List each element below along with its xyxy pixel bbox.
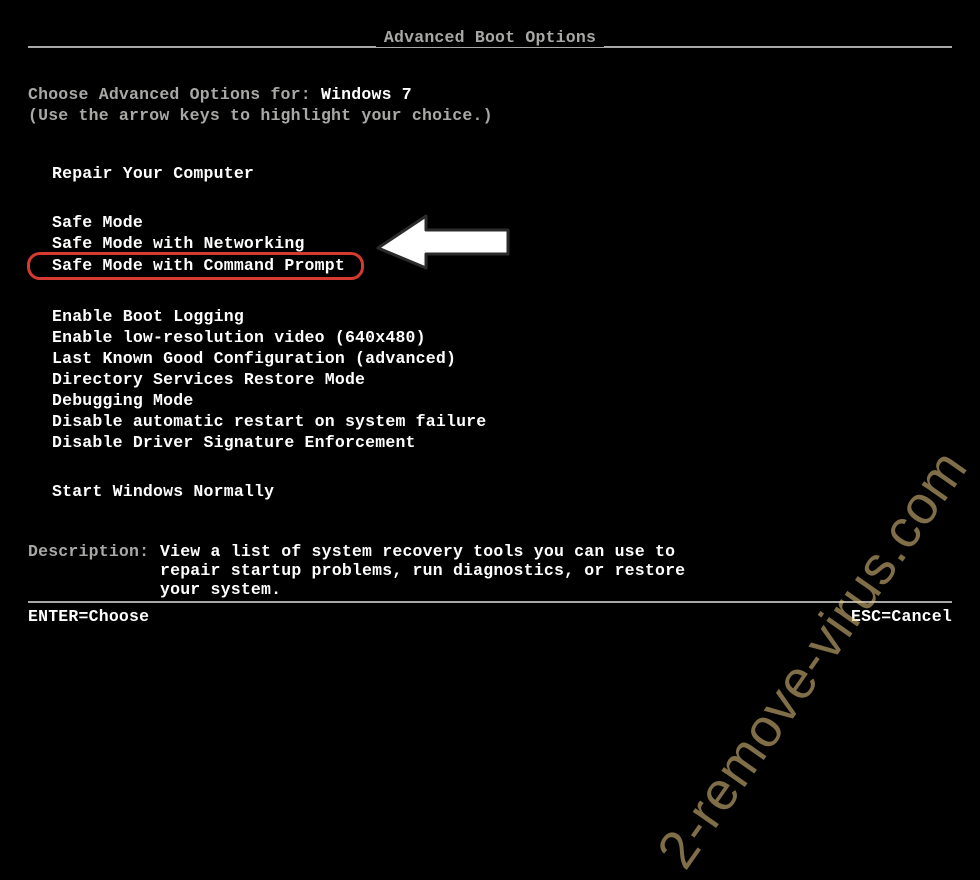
pointer-arrow-icon — [368, 206, 518, 281]
group-start-normally: Start Windows Normally — [28, 481, 980, 502]
description-label: Description: — [28, 542, 160, 599]
main-content: Choose Advanced Options for: Windows 7 (… — [0, 47, 980, 599]
description-block: Description: View a list of system recov… — [28, 542, 980, 599]
menu-item-safe-mode[interactable]: Safe Mode — [28, 212, 143, 233]
title-bar: Advanced Boot Options — [0, 0, 980, 47]
footer-enter: ENTER=Choose — [28, 607, 149, 626]
menu-item-repair-computer[interactable]: Repair Your Computer — [28, 163, 254, 184]
menu-item-last-known-good[interactable]: Last Known Good Configuration (advanced) — [28, 348, 456, 369]
page-title: Advanced Boot Options — [376, 28, 604, 47]
os-name: Windows 7 — [321, 85, 412, 104]
choose-line: Choose Advanced Options for: Windows 7 — [28, 85, 980, 104]
footer: ENTER=Choose ESC=Cancel — [28, 601, 952, 626]
menu-item-start-normally[interactable]: Start Windows Normally — [28, 481, 274, 502]
menu-item-safe-mode-command-prompt[interactable]: Safe Mode with Command Prompt — [28, 253, 363, 279]
group-repair: Repair Your Computer — [28, 163, 980, 184]
menu-item-disable-auto-restart[interactable]: Disable automatic restart on system fail… — [28, 411, 486, 432]
footer-divider — [28, 601, 952, 603]
description-text: View a list of system recovery tools you… — [160, 542, 720, 599]
group-more-options: Enable Boot Logging Enable low-resolutio… — [28, 306, 980, 453]
menu-item-disable-driver-sig[interactable]: Disable Driver Signature Enforcement — [28, 432, 416, 453]
hint-line: (Use the arrow keys to highlight your ch… — [28, 106, 980, 125]
choose-prefix: Choose Advanced Options for: — [28, 85, 321, 104]
menu-item-boot-logging[interactable]: Enable Boot Logging — [28, 306, 244, 327]
menu-item-ds-restore-mode[interactable]: Directory Services Restore Mode — [28, 369, 365, 390]
menu-item-low-res-video[interactable]: Enable low-resolution video (640x480) — [28, 327, 426, 348]
menu-item-debugging-mode[interactable]: Debugging Mode — [28, 390, 193, 411]
footer-esc: ESC=Cancel — [851, 607, 952, 626]
menu-item-safe-mode-networking[interactable]: Safe Mode with Networking — [28, 233, 305, 254]
